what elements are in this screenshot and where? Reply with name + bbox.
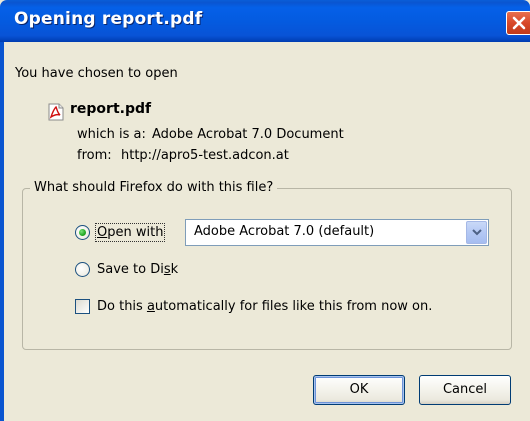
application-select-value: Adobe Acrobat 7.0 (default)	[194, 224, 375, 239]
file-source-value: http://apro5-test.adcon.at	[121, 148, 289, 163]
auto-action-label[interactable]: Do this automatically for files like thi…	[97, 299, 432, 314]
file-source-label: from:	[77, 148, 112, 163]
pdf-file-icon	[48, 103, 64, 121]
title-bar[interactable]: Opening report.pdf	[0, 0, 530, 42]
save-to-disk-label[interactable]: Save to Disk	[97, 262, 178, 277]
auto-action-checkbox[interactable]	[75, 299, 90, 314]
close-button[interactable]	[506, 11, 530, 35]
file-type-label: which is a:	[77, 127, 146, 142]
file-open-dialog: Opening report.pdf You have chosen to op…	[0, 0, 530, 421]
file-type-value: Adobe Acrobat 7.0 Document	[152, 127, 344, 142]
action-groupbox-legend: What should Firefox do with this file?	[30, 180, 278, 195]
chevron-down-icon	[472, 229, 482, 236]
save-to-disk-radio[interactable]	[75, 262, 90, 277]
open-with-radio[interactable]	[75, 225, 90, 240]
open-with-label[interactable]: Open with	[94, 223, 166, 242]
close-icon	[512, 16, 526, 30]
ok-button[interactable]: OK	[313, 375, 405, 405]
application-select-dropdown-button[interactable]	[466, 221, 487, 244]
application-select[interactable]: Adobe Acrobat 7.0 (default)	[185, 219, 489, 246]
intro-text: You have chosen to open	[15, 66, 178, 81]
radio-selected-dot	[79, 229, 86, 236]
cancel-button[interactable]: Cancel	[419, 375, 511, 405]
file-name: report.pdf	[70, 101, 152, 117]
window-frame-left	[0, 42, 4, 421]
action-groupbox	[22, 188, 512, 350]
window-title: Opening report.pdf	[14, 9, 203, 29]
